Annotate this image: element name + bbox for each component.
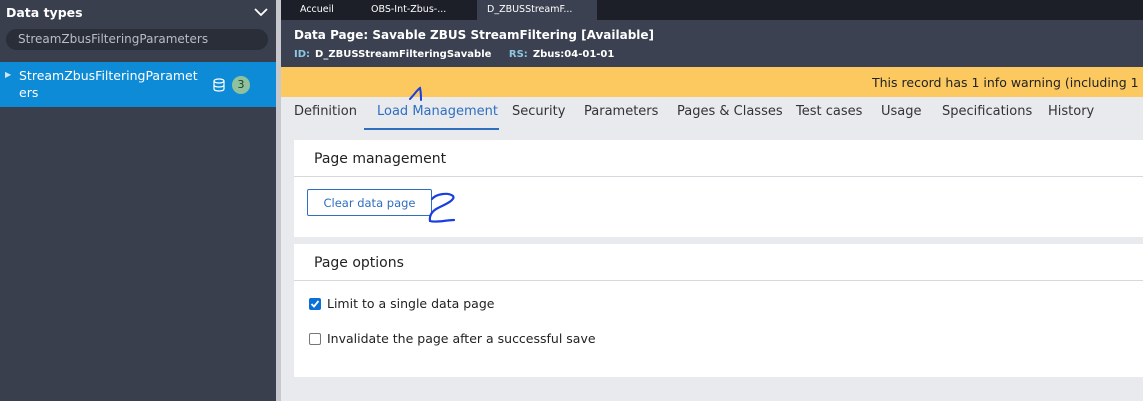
active-tab-indicator — [364, 128, 499, 130]
explorer-title: Data types — [6, 4, 83, 20]
id-value: D_ZBUSStreamFilteringSavable — [315, 49, 492, 60]
chevron-down-icon[interactable] — [254, 5, 268, 19]
tab-test-cases[interactable]: Test cases — [796, 104, 862, 119]
tab-usage[interactable]: Usage — [881, 104, 922, 119]
annotation-mark-1 — [409, 86, 422, 101]
page-options-section: Page options Limit to a single data page… — [294, 244, 1143, 377]
option-label: Invalidate the page after a successful s… — [327, 331, 596, 346]
rs-value: Zbus:04-01-01 — [532, 49, 615, 60]
section-title: Page management — [314, 151, 447, 167]
tree-item-label: StreamZbusFilteringParameters — [19, 68, 198, 100]
document-tabbar: Accueil OBS-Int-Zbus-... D_ZBUSStreamF..… — [281, 0, 1143, 20]
rule-header: Data Page: Savable ZBUS StreamFiltering … — [281, 20, 1143, 67]
section-title: Page options — [314, 255, 404, 271]
limit-single-checkbox[interactable] — [309, 297, 321, 310]
option-row-limit-single[interactable]: Limit to a single data page — [309, 296, 494, 311]
doc-tab-accueil[interactable]: Accueil — [290, 0, 344, 20]
divider — [294, 176, 1143, 177]
rule-tabs: Definition Load Management Security Para… — [281, 97, 1143, 131]
tab-load-management[interactable]: Load Management — [377, 104, 498, 119]
option-label: Limit to a single data page — [327, 296, 495, 311]
tab-specifications[interactable]: Specifications — [942, 104, 1032, 119]
doc-tab-d-zbusstream[interactable]: D_ZBUSStreamF... — [477, 0, 597, 20]
clear-data-page-button[interactable]: Clear data page — [307, 189, 432, 216]
divider — [294, 280, 1143, 281]
id-label: ID: — [294, 49, 311, 60]
tab-definition[interactable]: Definition — [294, 104, 357, 119]
tab-security[interactable]: Security — [512, 104, 565, 119]
page-title: Data Page: Savable ZBUS StreamFiltering … — [294, 28, 655, 42]
tab-parameters[interactable]: Parameters — [584, 104, 658, 119]
tab-history[interactable]: History — [1048, 104, 1094, 119]
main-area: Accueil OBS-Int-Zbus-... D_ZBUSStreamF..… — [281, 0, 1143, 401]
database-icon — [212, 77, 226, 92]
rule-meta: ID: D_ZBUSStreamFilteringSavable RS: Zbus:… — [294, 49, 628, 60]
explorer-panel: Data types StreamZbusFilteringParameters… — [0, 0, 276, 401]
option-row-invalidate[interactable]: Invalidate the page after a successful s… — [309, 331, 596, 346]
explorer-header: Data types — [0, 0, 276, 24]
search-input[interactable]: StreamZbusFilteringParameters — [6, 29, 268, 50]
annotation-mark-2 — [428, 192, 456, 223]
tree-item-streamzbusfilteringparameters[interactable]: ▶ StreamZbusFilteringParameters 3 — [0, 62, 276, 107]
tab-pages-classes[interactable]: Pages & Classes — [677, 104, 783, 119]
invalidate-checkbox[interactable] — [309, 332, 321, 345]
warning-text: This record has 1 info warning (includin… — [872, 75, 1143, 90]
rs-label: RS: — [508, 49, 528, 60]
count-badge: 3 — [232, 76, 250, 94]
doc-tab-obs-int-zbus[interactable]: OBS-Int-Zbus-... — [361, 0, 456, 20]
page-management-section: Page management Clear data page — [294, 140, 1143, 237]
expand-arrow-icon[interactable]: ▶ — [5, 70, 11, 79]
